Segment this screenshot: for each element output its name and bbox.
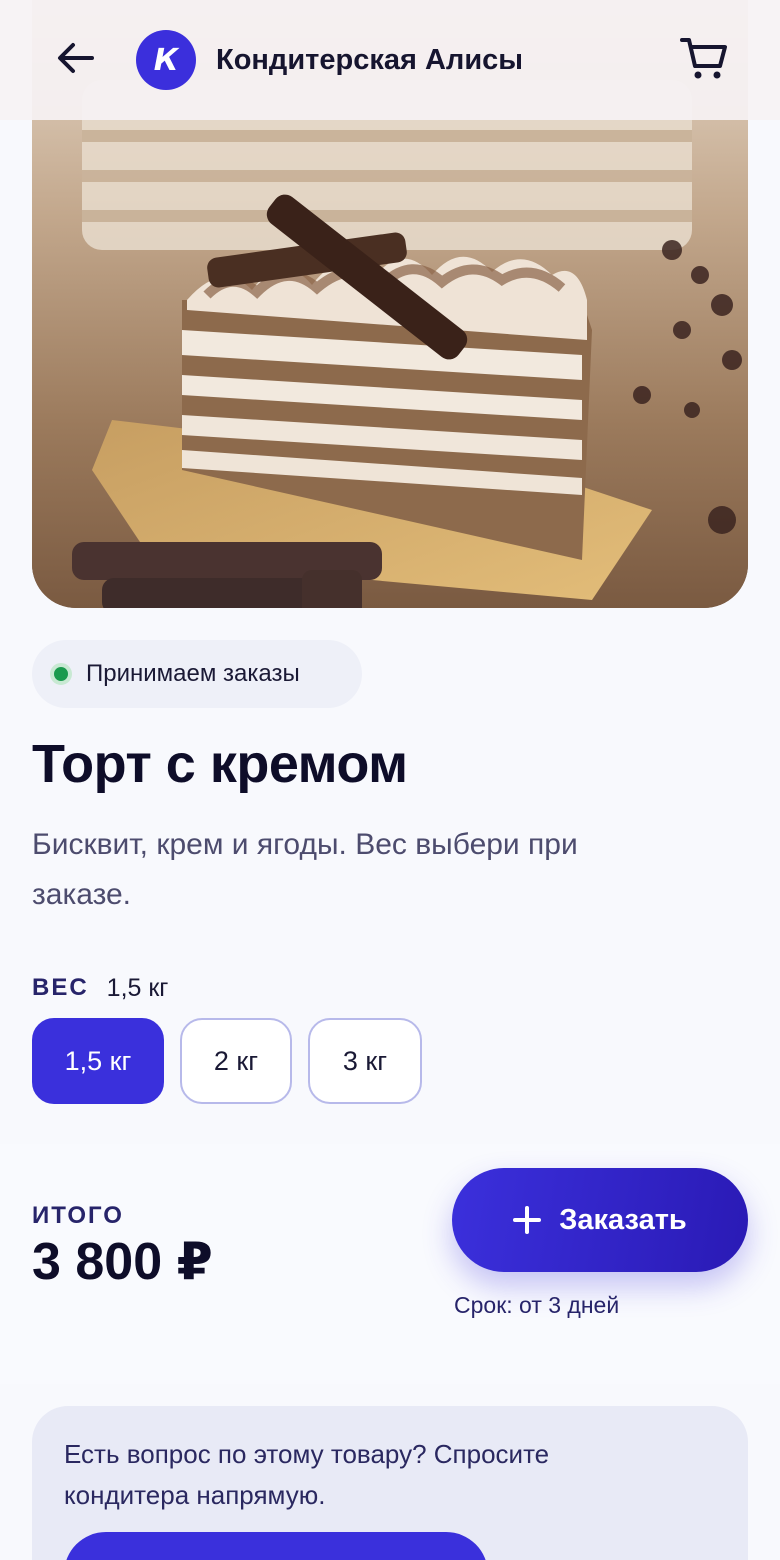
availability-status: Принимаем заказы: [32, 640, 362, 708]
weight-option-2kg[interactable]: 2 кг: [180, 1018, 292, 1104]
plus-icon: [513, 1206, 542, 1234]
delivery-time-note: Срок: от 3 дней: [454, 1292, 620, 1318]
ask-baker-button[interactable]: [64, 1532, 488, 1560]
weight-options: 1,5 кг 2 кг 3 кг: [32, 1018, 422, 1104]
cart-button[interactable]: [678, 36, 730, 86]
weight-option-3kg[interactable]: 3 кг: [308, 1018, 422, 1104]
total-price: 3 800 ₽: [32, 1233, 213, 1291]
back-button[interactable]: [52, 36, 100, 84]
order-button[interactable]: Заказать: [452, 1168, 748, 1272]
ask-baker-card: Есть вопрос по этому товару? Спросите ко…: [32, 1406, 748, 1560]
shop-avatar[interactable]: К: [136, 30, 196, 90]
order-button-label: Заказать: [559, 1203, 687, 1236]
product-description: Бисквит, крем и ягоды. Вес выбери при за…: [32, 828, 578, 911]
cart-icon: [680, 36, 728, 87]
shop-name[interactable]: Кондитерская Алисы: [216, 40, 523, 80]
weight-header: ВЕС 1,5 кг: [32, 970, 168, 1006]
weight-label: ВЕС: [32, 974, 89, 1001]
weight-option-1-5kg[interactable]: 1,5 кг: [32, 1018, 164, 1104]
ask-baker-text: Есть вопрос по этому товару? Спросите ко…: [64, 1439, 550, 1510]
status-dot-icon: [50, 663, 72, 685]
arrow-left-icon: [56, 41, 96, 80]
total-label: ИТОГО: [32, 1202, 124, 1229]
top-bar: К Кондитерская Алисы: [0, 0, 780, 120]
product-title: Торт с кремом: [32, 734, 408, 794]
weight-selected-value: 1,5 кг: [106, 973, 169, 1002]
status-text: Принимаем заказы: [86, 660, 300, 687]
